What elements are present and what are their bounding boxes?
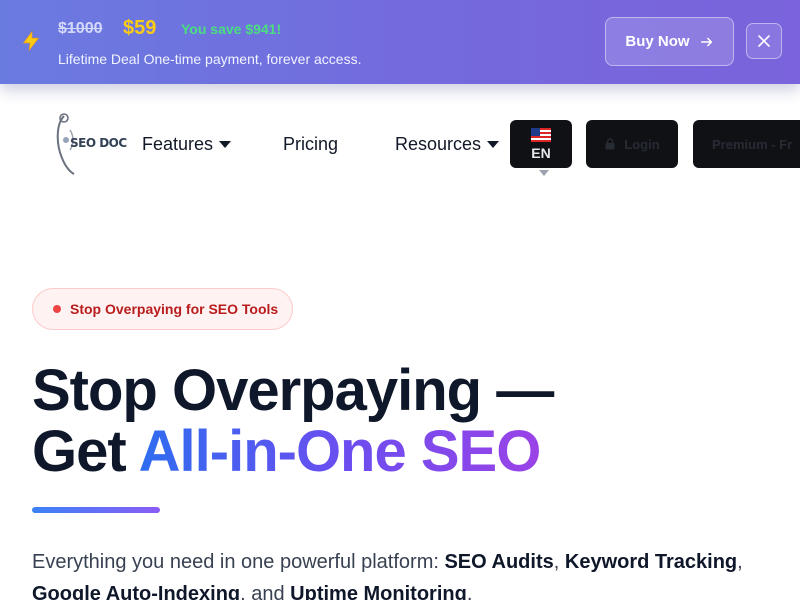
logo-wordmark: SEO DOC: [70, 136, 127, 150]
promo-banner: $1000 $59 You save $941! Lifetime Deal O…: [0, 0, 800, 84]
caret-down-icon: [487, 141, 500, 148]
hero-badge-text: Stop Overpaying for SEO Tools: [70, 301, 279, 317]
savings-text: You save $941!: [181, 21, 282, 37]
nav-resources-label: Resources: [395, 134, 482, 154]
caret-down-icon: [219, 141, 232, 148]
feature-seo-audits: SEO Audits: [444, 551, 554, 573]
feature-auto-indexing: Google Auto-Indexing: [32, 583, 241, 600]
original-price: $1000: [58, 20, 103, 37]
nav-resources[interactable]: Resources: [395, 134, 500, 155]
lightning-bolt-icon: [22, 30, 40, 52]
premium-label: Premium - Fr: [712, 136, 793, 152]
feature-keyword-tracking: Keyword Tracking: [564, 551, 738, 573]
login-label: Login: [624, 136, 660, 152]
headline-line-1: Stop Overpaying —: [32, 358, 554, 423]
hero-headline: Stop Overpaying — Get All-in-One SEO: [32, 358, 554, 484]
nav-pricing[interactable]: Pricing: [283, 134, 338, 155]
login-button[interactable]: Login: [586, 120, 678, 168]
nav-features[interactable]: Features: [142, 134, 232, 155]
lead-end: .: [466, 583, 473, 600]
promo-tagline: Lifetime Deal One-time payment, forever …: [58, 51, 362, 67]
headline-underline: [32, 507, 160, 513]
arrow-right-icon: [700, 37, 712, 46]
chevron-down-icon: [539, 170, 549, 176]
premium-button[interactable]: Premium - Fr: [693, 120, 800, 168]
headline-highlight: All-in-One SEO: [138, 419, 542, 484]
hero-badge: Stop Overpaying for SEO Tools: [32, 288, 293, 330]
lead-separator: ,: [553, 551, 565, 573]
buy-now-button[interactable]: Buy Now: [605, 17, 734, 66]
nav-pricing-label: Pricing: [283, 134, 339, 154]
lead-separator: , and: [240, 583, 291, 600]
close-banner-button[interactable]: [746, 23, 782, 59]
deal-price: $59: [123, 17, 157, 39]
language-selector[interactable]: EN: [510, 120, 572, 168]
us-flag-icon: [531, 127, 551, 142]
status-dot-icon: [53, 305, 61, 313]
nav-features-label: Features: [142, 134, 214, 154]
close-icon: [758, 35, 770, 47]
lead-separator: ,: [737, 551, 743, 573]
language-code: EN: [531, 144, 551, 161]
lead-intro: Everything you need in one powerful plat…: [32, 551, 445, 573]
headline-prefix: Get: [32, 419, 139, 484]
feature-uptime-monitoring: Uptime Monitoring: [290, 583, 467, 600]
lock-icon: [605, 138, 615, 150]
hero-description: Everything you need in one powerful plat…: [32, 546, 772, 600]
buy-now-label: Buy Now: [625, 33, 690, 50]
